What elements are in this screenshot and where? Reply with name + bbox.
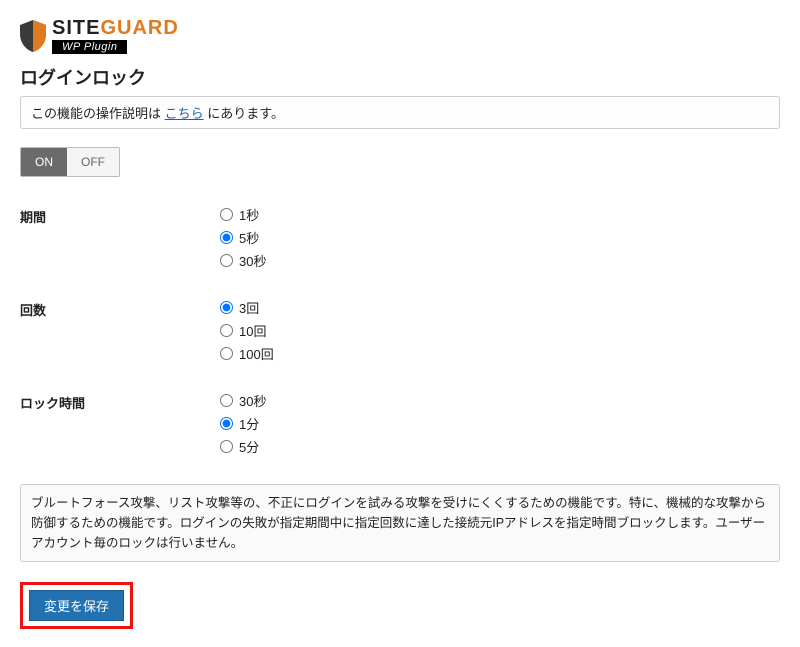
setting-label-period: 期間: [20, 205, 220, 270]
radio-period-2[interactable]: 30秒: [220, 251, 266, 270]
toggle-off-button[interactable]: OFF: [67, 148, 119, 176]
plugin-logo: SITEGUARD WP Plugin: [20, 18, 780, 54]
logo-text-main: SITE: [52, 17, 100, 39]
shield-icon: [20, 20, 46, 52]
radio-lock-0[interactable]: 30秒: [220, 391, 266, 410]
setting-label-count: 回数: [20, 298, 220, 363]
logo-badge: WP Plugin: [52, 40, 127, 54]
help-prefix: この機能の操作説明は: [31, 106, 165, 121]
help-box: この機能の操作説明は こちら にあります。: [20, 96, 780, 129]
feature-description: ブルートフォース攻撃、リスト攻撃等の、不正にログインを試みる攻撃を受けにくくする…: [20, 484, 780, 562]
help-link[interactable]: こちら: [165, 106, 204, 121]
setting-row-lock: ロック時間 30秒 1分 5分: [20, 391, 780, 456]
radio-count-1[interactable]: 10回: [220, 321, 274, 340]
setting-options-period: 1秒 5秒 30秒: [220, 205, 266, 270]
setting-row-period: 期間 1秒 5秒 30秒: [20, 205, 780, 270]
setting-options-count: 3回 10回 100回: [220, 298, 274, 363]
help-suffix: にあります。: [204, 106, 284, 121]
setting-label-lock: ロック時間: [20, 391, 220, 456]
save-highlight-box: 変更を保存: [20, 582, 133, 629]
toggle-on-button[interactable]: ON: [21, 148, 67, 176]
radio-period-0[interactable]: 1秒: [220, 205, 266, 224]
radio-count-2[interactable]: 100回: [220, 344, 274, 363]
logo-text: SITEGUARD WP Plugin: [52, 18, 179, 54]
setting-row-count: 回数 3回 10回 100回: [20, 298, 780, 363]
page-title: ログインロック: [20, 64, 780, 90]
radio-lock-1[interactable]: 1分: [220, 414, 266, 433]
radio-count-0[interactable]: 3回: [220, 298, 274, 317]
setting-options-lock: 30秒 1分 5分: [220, 391, 266, 456]
save-button[interactable]: 変更を保存: [29, 590, 124, 621]
radio-lock-2[interactable]: 5分: [220, 437, 266, 456]
radio-period-1[interactable]: 5秒: [220, 228, 266, 247]
feature-toggle: ON OFF: [20, 147, 120, 177]
logo-text-accent: GUARD: [100, 17, 178, 39]
